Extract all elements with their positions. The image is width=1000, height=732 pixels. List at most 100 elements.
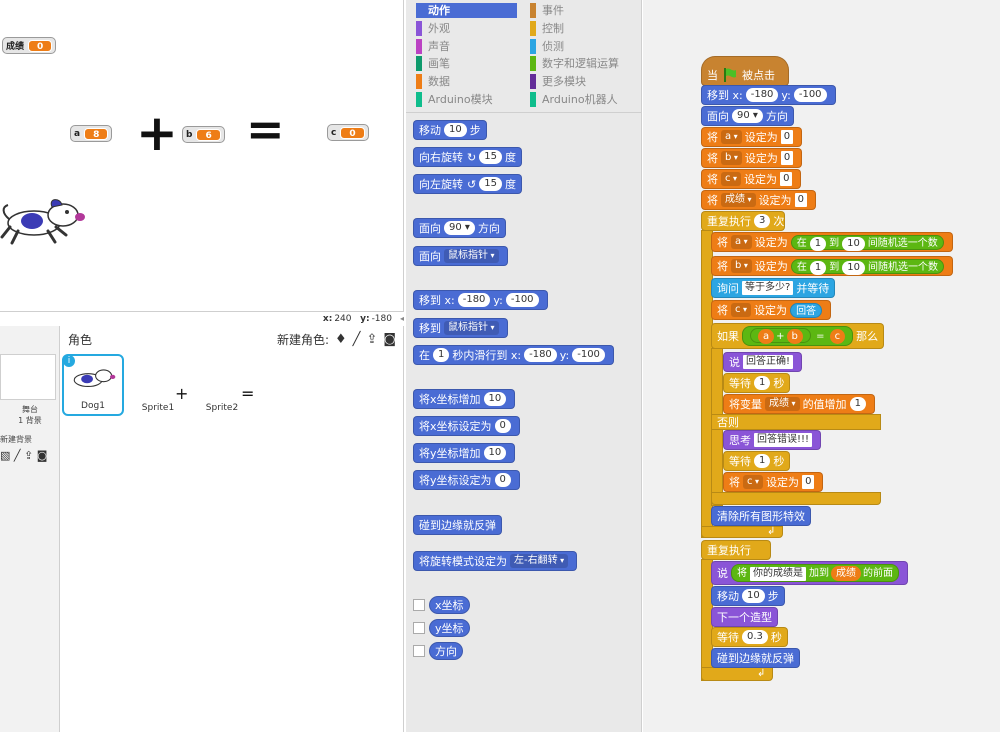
value-input[interactable]: 10	[483, 446, 507, 460]
category-3[interactable]: 控制	[530, 20, 630, 36]
y-input[interactable]: -100	[793, 88, 827, 102]
category-5[interactable]: 侦测	[530, 38, 630, 54]
value-input[interactable]: 0	[802, 475, 815, 489]
reporter-y-position[interactable]: y坐标	[429, 619, 470, 637]
message-input[interactable]: 回答错误!!!	[754, 433, 813, 447]
category-6[interactable]: 画笔	[416, 56, 517, 72]
pick-random-operator[interactable]: 在 1 到 10 间随机选一个数	[790, 258, 945, 275]
variable-dropdown[interactable]: c	[743, 475, 764, 489]
ask-and-wait-block[interactable]: 询问 等于多少? 并等待	[711, 278, 836, 298]
set-b-random-block[interactable]: 将b设定为 在1到10间随机选一个数	[711, 256, 954, 276]
value-input[interactable]: 0	[794, 193, 807, 207]
reporter-direction[interactable]: 方向	[429, 642, 463, 660]
category-9[interactable]: 更多模块	[530, 74, 630, 90]
category-11[interactable]: Arduino机器人	[530, 92, 630, 107]
category-8[interactable]: 数据	[416, 74, 517, 90]
monitor-score[interactable]: 成绩 0	[2, 37, 57, 54]
variable-dropdown[interactable]: a	[731, 235, 752, 249]
goto-xy-block[interactable]: 移到 x: -180 y: -100	[701, 85, 836, 105]
sprite-thumb-sprite2[interactable]: = Sprite2	[191, 354, 254, 416]
bounce-block[interactable]: 碰到边缘就反弹	[711, 648, 800, 668]
palette-turn-right-block[interactable]: 向右旋转 ↻ 15 度	[413, 147, 522, 167]
seconds-input[interactable]: 1	[754, 376, 771, 390]
set-c-zero-block[interactable]: 将c设定为0	[723, 472, 824, 492]
sprite-thumb-dog1[interactable]: i Dog1	[62, 354, 124, 416]
x-input[interactable]: -180	[457, 293, 491, 307]
y-input[interactable]: -100	[505, 293, 539, 307]
set-b-block[interactable]: 将b设定为0	[701, 148, 803, 168]
sprite-thumb-sprite1[interactable]: + Sprite1	[127, 354, 189, 416]
palette-set-x-block[interactable]: 将x坐标设定为 0	[413, 416, 520, 436]
variable-dropdown[interactable]: b	[721, 151, 742, 165]
plus-operator[interactable]: a + b	[750, 328, 811, 344]
point-direction-block[interactable]: 面向 90 ▾ 方向	[701, 106, 794, 126]
degrees-input[interactable]: 15	[479, 177, 502, 191]
say-correct-block[interactable]: 说回答正确!	[723, 352, 803, 372]
message-input[interactable]: 回答正确!	[743, 355, 794, 369]
join-text-input[interactable]: 你的成绩是	[750, 567, 806, 581]
set-c-answer-block[interactable]: 将c设定为回答	[711, 300, 832, 320]
steps-input[interactable]: 10	[742, 589, 765, 603]
variable-a-reporter[interactable]: a	[758, 329, 775, 344]
degrees-input[interactable]: 15	[479, 150, 502, 164]
monitor-b[interactable]: b 6	[182, 126, 225, 143]
from-input[interactable]: 1	[809, 236, 827, 251]
stage[interactable]: 成绩 0 a 8 + b 6 = c 0	[0, 0, 404, 312]
camera-icon[interactable]: ◙	[37, 449, 48, 462]
paint-icon[interactable]: ╱	[353, 332, 361, 347]
variable-dropdown[interactable]: c	[731, 303, 752, 317]
equals-operator[interactable]: a + b = c	[742, 326, 854, 346]
rotation-dropdown[interactable]: 左-右翻转	[510, 554, 569, 568]
variable-dropdown[interactable]: b	[731, 259, 752, 273]
clear-effects-block[interactable]: 清除所有图形特效	[711, 506, 811, 526]
category-0[interactable]: 动作	[416, 3, 517, 18]
next-costume-block[interactable]: 下一个造型	[711, 607, 778, 627]
palette-point-direction-block[interactable]: 面向 90 ▾ 方向	[413, 218, 506, 238]
reporter-x-position[interactable]: x坐标	[429, 596, 470, 614]
set-score-block[interactable]: 将成绩设定为0	[701, 190, 816, 210]
move-block[interactable]: 移动 10 步	[711, 586, 785, 606]
variable-dropdown[interactable]: 成绩	[765, 397, 800, 411]
palette-goto-xy-block[interactable]: 移到 x: -180 y: -100	[413, 290, 548, 310]
palette-goto-block[interactable]: 移到 鼠标指针	[413, 318, 508, 338]
palette-rotation-style-block[interactable]: 将旋转模式设定为 左-右翻转	[413, 551, 578, 571]
category-1[interactable]: 事件	[530, 3, 630, 18]
direction-input[interactable]: 90 ▾	[732, 109, 763, 123]
from-input[interactable]: 1	[809, 260, 827, 275]
category-4[interactable]: 声音	[416, 38, 517, 54]
pick-random-operator[interactable]: 在 1 到 10 间随机选一个数	[790, 234, 944, 251]
camera-icon[interactable]: ◙	[383, 332, 396, 347]
repeat-block[interactable]: 重复执行 3 次	[701, 211, 785, 231]
direction-checkbox[interactable]	[413, 645, 425, 657]
palette-change-y-block[interactable]: 将y坐标增加 10	[413, 443, 516, 463]
palette-turn-left-block[interactable]: 向左旋转 ↺ 15 度	[413, 174, 522, 194]
to-input[interactable]: 10	[842, 260, 866, 275]
variable-score-reporter[interactable]: 成绩	[831, 566, 861, 581]
seconds-input[interactable]: 0.3	[742, 630, 768, 644]
palette-bounce-block[interactable]: 碰到边缘就反弹	[413, 515, 502, 535]
upload-icon[interactable]: ⇪	[366, 332, 377, 347]
variable-b-reporter[interactable]: b	[786, 329, 803, 344]
change-score-block[interactable]: 将变量成绩的值增加1	[723, 394, 875, 414]
upload-icon[interactable]: ⇪	[24, 449, 33, 462]
set-a-random-block[interactable]: 将a设定为 在1到10间随机选一个数	[711, 232, 953, 252]
value-input[interactable]: 10	[483, 392, 507, 406]
amount-input[interactable]: 1	[849, 397, 866, 411]
set-c-block[interactable]: 将c设定为0	[701, 169, 802, 189]
question-input[interactable]: 等于多少?	[742, 281, 794, 295]
variable-dropdown[interactable]: c	[721, 172, 742, 186]
repeat-count-input[interactable]: 3	[754, 214, 771, 228]
category-10[interactable]: Arduino模块	[416, 92, 517, 107]
palette-point-towards-block[interactable]: 面向 鼠标指针	[413, 246, 508, 266]
steps-input[interactable]: 10	[444, 123, 467, 137]
wait-block[interactable]: 等待 1 秒	[723, 373, 791, 393]
when-flag-clicked-hat[interactable]: 当 被点击	[701, 56, 789, 86]
dog-sprite[interactable]	[0, 195, 90, 247]
brush-icon[interactable]: ╱	[14, 449, 21, 462]
towards-dropdown[interactable]: 鼠标指针	[444, 249, 499, 263]
value-input[interactable]: 0	[494, 419, 511, 433]
if-else-block[interactable]: 如果 a + b = c 那么	[711, 323, 885, 349]
x-position-checkbox[interactable]	[413, 599, 425, 611]
set-a-block[interactable]: 将a设定为0	[701, 127, 803, 147]
value-input[interactable]: 0	[780, 151, 794, 165]
